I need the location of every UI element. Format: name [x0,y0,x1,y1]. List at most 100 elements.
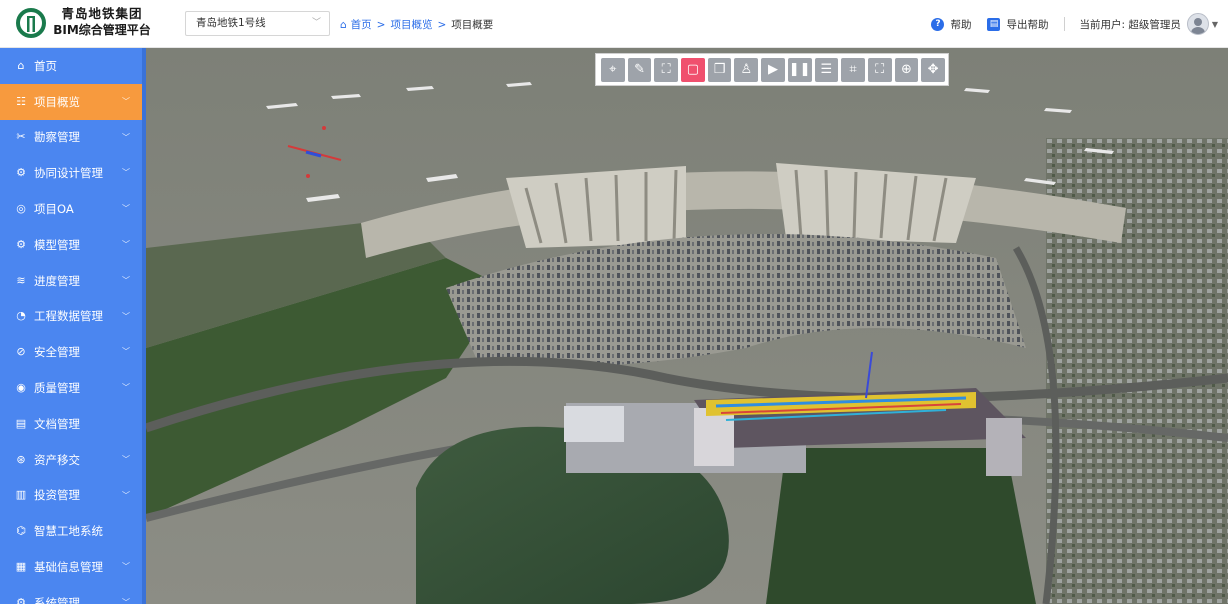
chevron-down-icon: ﹀ [122,597,130,604]
shield-icon: ⊘ [16,345,26,359]
cube-view-icon[interactable]: ❒ [707,57,732,82]
sidebar-item[interactable]: ☷ 项目概览 ﹀ [0,83,146,120]
progress-icon: ≋ [16,273,26,287]
sidebar-menu: ⌂ 首页 ☷ 项目概览 ﹀ ✂ 勘察管理 ﹀ ⚙ 协同设计管理 ﹀ ◎ 项目OA ﹀ ⚙ 模型管理 ﹀ ≋ 进度管理… [0,48,146,604]
sidebar-item[interactable]: ⌬ 智慧工地系统 [0,513,146,549]
layers-icon[interactable]: ☰ [814,57,839,82]
export-help-link[interactable]: ▤ 导出帮助 [987,17,1048,32]
current-user-label: 当前用户: 超级管理员 [1079,18,1181,31]
avatar[interactable] [1186,13,1209,35]
focus-frame-icon[interactable]: ⛶ [654,57,679,82]
chevron-down-icon: ﹀ [122,204,130,214]
sidebar-item-label: 质量管理 [34,381,80,396]
asset-icon: ⊛ [16,452,26,466]
sidebar-item-label: 进度管理 [34,273,80,288]
breadcrumb-current: 项目概要 [451,19,494,31]
selection-box-icon[interactable]: ▢ [681,57,705,82]
help-link[interactable]: ? 帮助 [931,17,971,32]
sidebar-item[interactable]: ⚙ 系统管理 ﹀ [0,585,146,604]
measure-ruler-icon[interactable]: ✎ [627,57,652,82]
settings-icon: ⚙ [16,595,26,604]
quality-icon: ◉ [16,381,26,395]
investment-icon: ▥ [15,488,27,502]
chevron-down-icon: ﹀ [122,347,130,357]
survey-icon: ✂ [16,130,26,144]
metro-line-select[interactable]: 青岛地铁1号线 ﹀ [185,11,330,36]
roaming-person-icon[interactable]: ♙ [734,57,759,82]
aerial-satellite-scene [146,48,1228,604]
home-icon: ⌂ [17,58,25,72]
export-help-label: 导出帮助 [1006,18,1049,31]
location-pin-icon[interactable]: ⌖ [601,57,625,82]
chevron-down-icon: ﹀ [122,454,130,464]
brand-line2: BIM综合管理平台 [53,23,151,37]
home-icon: ⌂ [340,19,347,31]
breadcrumb-project-overview[interactable]: 项目概览 [390,19,432,31]
breadcrumb-home[interactable]: 首页 [351,19,372,31]
sidebar-item[interactable]: ⌂ 首页 [0,48,146,84]
sidebar-item-label: 资产移交 [34,452,80,467]
chevron-down-icon: ﹀ [122,490,130,500]
export-document-icon: ▤ [987,17,1001,31]
chevron-down-icon: ﹀ [122,275,130,285]
sidebar-item-label: 勘察管理 [34,130,80,145]
sidebar-item-label: 模型管理 [34,237,80,252]
chevron-down-icon: ﹀ [122,168,130,178]
document-icon: ▤ [15,416,27,430]
qingdao-metro-logo [16,8,46,38]
sidebar-item-label: 文档管理 [34,416,80,431]
sidebar-item[interactable]: ⚙ 协同设计管理 ﹀ [0,155,146,191]
sidebar-item[interactable]: ▤ 文档管理 [0,406,146,442]
pie-chart-icon: ◔ [16,309,26,323]
info-icon: ▦ [15,560,27,574]
sidebar-item[interactable]: ▥ 投资管理 ﹀ [0,478,146,514]
oa-icon: ◎ [16,202,26,216]
sidebar-item[interactable]: ◎ 项目OA ﹀ [0,191,146,227]
expand-arrows-icon[interactable]: ✥ [921,57,945,82]
chevron-down-icon: ﹀ [122,132,130,142]
brand-title: 青岛地铁集团 BIM综合管理平台 [52,6,152,38]
sidebar-item-label: 首页 [34,58,57,73]
model-icon: ⚙ [16,237,26,251]
sidebar-item[interactable]: ✂ 勘察管理 ﹀ [0,120,146,156]
help-icon: ? [931,17,945,31]
sidebar-item-label: 智慧工地系统 [34,524,103,539]
fullscreen-frame-icon[interactable]: ⛶ [867,57,892,82]
sidebar-item[interactable]: ⊛ 资产移交 ﹀ [0,442,146,478]
chevron-down-icon: ﹀ [122,383,130,393]
overview-icon: ☷ [16,94,26,108]
sidebar-item[interactable]: ▦ 基础信息管理 ﹀ [0,549,146,585]
sidebar-item[interactable]: ≋ 进度管理 ﹀ [0,263,146,299]
sidebar-item-label: 安全管理 [34,345,80,360]
chevron-down-icon: ﹀ [122,562,130,572]
sidebar-nav: ⌂ 首页 ☷ 项目概览 ﹀ ✂ 勘察管理 ﹀ ⚙ 协同设计管理 ﹀ ◎ 项目OA ﹀ ⚙ 模型管理 ﹀ ≋ 进度管理… [0,48,146,604]
help-label: 帮助 [950,18,972,31]
sidebar-item[interactable]: ◔ 工程数据管理 ﹀ [0,299,146,335]
breadcrumb-separator: > [376,19,386,31]
sidebar-item-label: 投资管理 [34,488,80,503]
chevron-down-icon: ﹀ [122,239,130,249]
sidebar-item[interactable]: ⊘ 安全管理 ﹀ [0,334,146,370]
breadcrumb-separator: > [437,19,447,31]
bim-3d-viewer[interactable]: ⌖ ✎ ⛶ ▢ ❒ ♙ ▶ ❚❚ ☰ ⌗ ⛶ ⊕ ✥ [146,48,1228,604]
top-header: 青岛地铁集团 BIM综合管理平台 青岛地铁1号线 ﹀ ⌂ 首页 > 项目概览 > 项目概要… [0,0,1228,48]
crop-icon[interactable]: ⌗ [841,57,865,82]
metro-line-select-value: 青岛地铁1号线 [196,17,266,29]
user-menu-caret-icon[interactable]: ▼ [1212,20,1218,29]
chevron-down-icon: ﹀ [311,18,321,28]
crosshair-icon[interactable]: ⊕ [894,57,919,82]
collab-icon: ⚙ [16,166,26,180]
play-icon[interactable]: ▶ [761,57,785,82]
brand-line1: 青岛地铁集团 [61,6,143,21]
pause-icon[interactable]: ❚❚ [787,57,812,82]
chevron-down-icon: ﹀ [122,96,130,106]
header-divider [1064,17,1066,31]
sidebar-item-label: 协同设计管理 [34,166,103,181]
breadcrumb: ⌂ 首页 > 项目概览 > 项目概要 [340,17,493,32]
sidebar-item-label: 项目OA [34,202,74,217]
header-actions: ? 帮助 ▤ 导出帮助 当前用户: 超级管理员 ▼ [931,10,1218,38]
sidebar-item[interactable]: ◉ 质量管理 ﹀ [0,370,146,406]
sidebar-item[interactable]: ⚙ 模型管理 ﹀ [0,227,146,263]
sidebar-item-label: 项目概览 [34,94,80,109]
sidebar-item-label: 工程数据管理 [34,309,103,324]
